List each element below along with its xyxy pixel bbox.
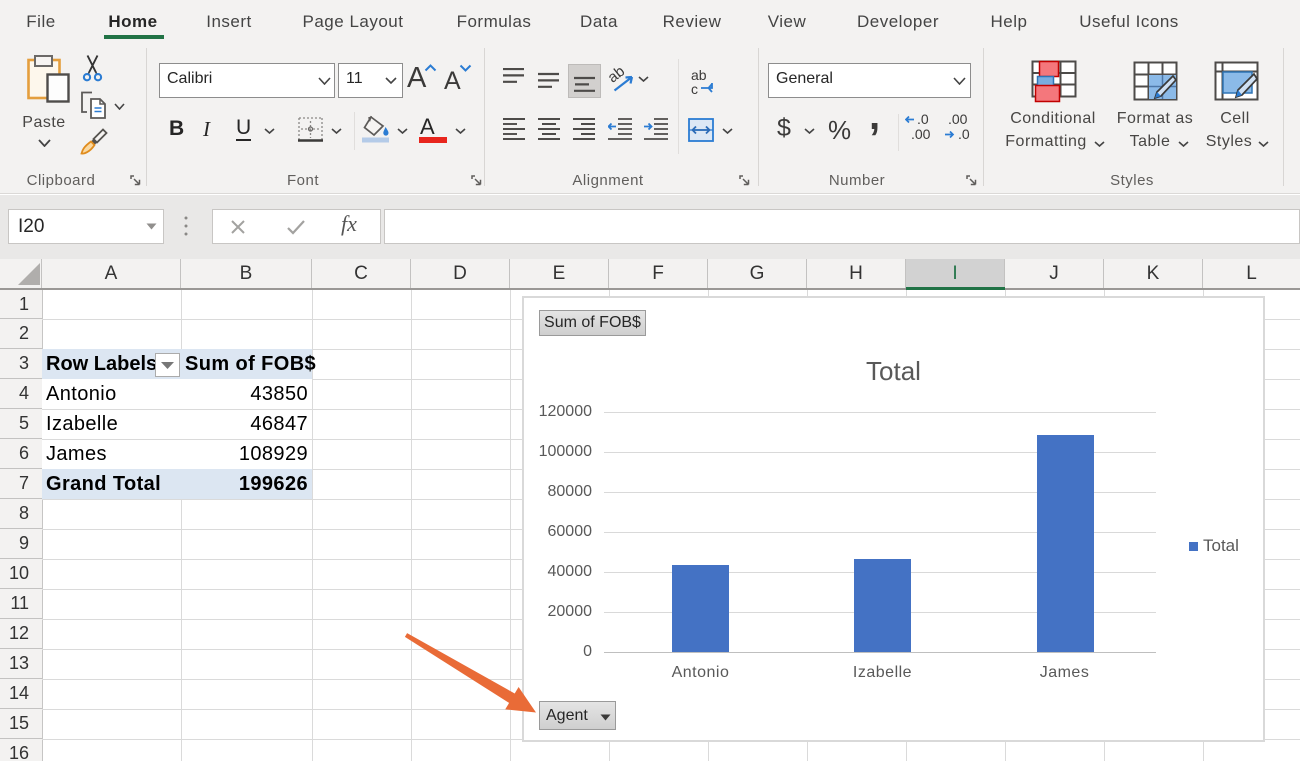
svg-text:.00: .00 bbox=[948, 113, 968, 127]
svg-text:.0: .0 bbox=[958, 126, 970, 142]
svg-text:c: c bbox=[691, 81, 698, 97]
svg-text:.0: .0 bbox=[917, 113, 929, 127]
svg-text:.00: .00 bbox=[911, 126, 931, 142]
